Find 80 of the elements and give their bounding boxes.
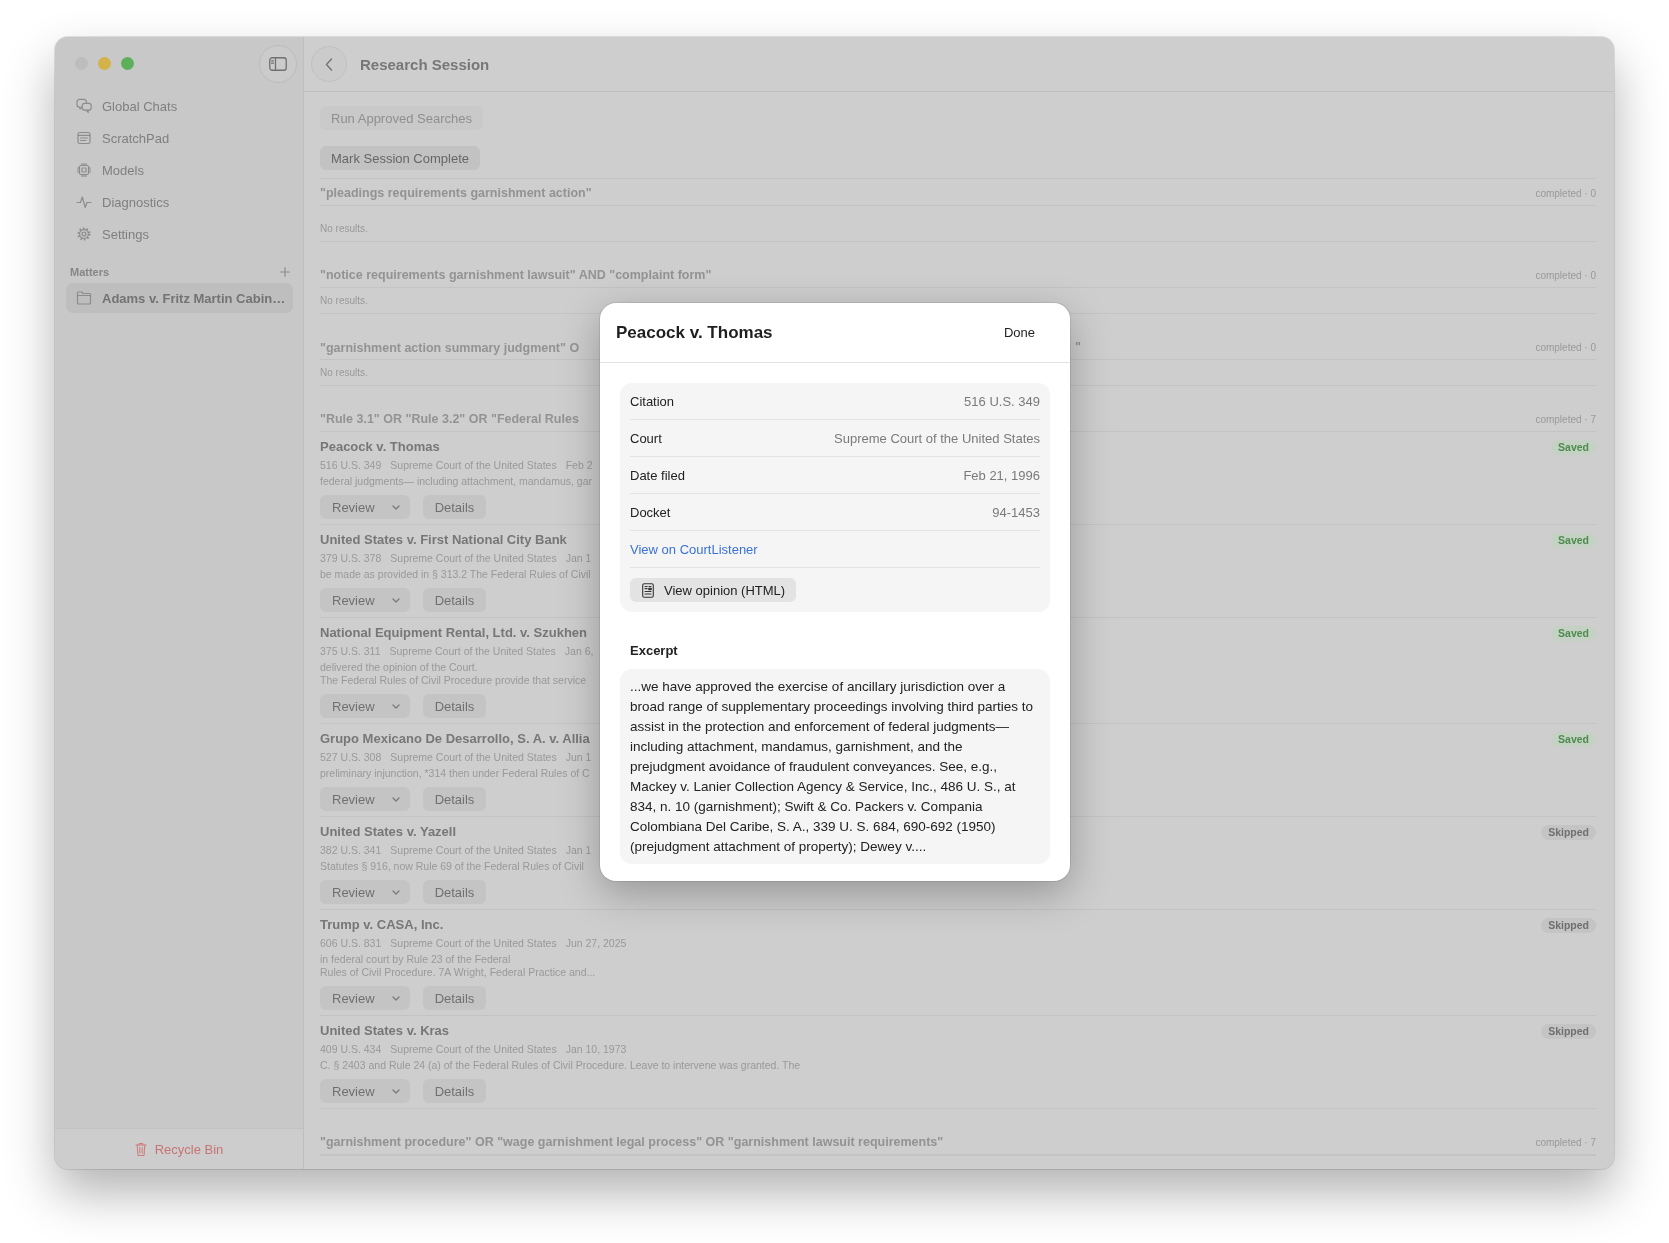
field-label: Court (630, 430, 662, 446)
folder-icon (76, 290, 92, 306)
sidebar-toggle-button[interactable] (259, 44, 297, 83)
case-title: United States v. Yazell (320, 824, 457, 840)
query-text: "garnishment procedure" OR "wage garnishment legal process" OR "garnishment lawsuit requirements" (320, 1135, 944, 1149)
field-value: Feb 21, 1996 (963, 467, 1040, 483)
caret-icon (391, 889, 400, 895)
chevron-left-icon (325, 57, 333, 71)
details-button[interactable]: Details (422, 694, 487, 718)
status-badge: Saved (1551, 440, 1596, 455)
section-title: Matters (70, 266, 110, 278)
query-text: "pleadings requirements garnishment action" (320, 186, 592, 200)
caret-icon (391, 995, 400, 1001)
case-title: Trump v. CASA, Inc. (320, 917, 444, 933)
review-menu-button[interactable]: Review (320, 588, 410, 612)
review-menu-button[interactable]: Review (320, 694, 410, 718)
done-button[interactable]: Done (993, 319, 1045, 346)
details-button[interactable]: Details (422, 880, 487, 904)
case-title: National Equipment Rental, Ltd. v. Szukhen (320, 625, 587, 641)
action-button[interactable]: Mark Session Complete (320, 146, 480, 170)
sidebar-icon (269, 56, 287, 71)
review-menu-button[interactable]: Review (320, 787, 410, 811)
case-title: Peacock v. Thomas (320, 439, 440, 455)
document-icon (642, 582, 654, 598)
page-title: Research Session (360, 55, 490, 73)
caret-icon (391, 703, 400, 709)
plus-icon[interactable] (280, 267, 290, 277)
field-value: 516 U.S. 349 (964, 393, 1040, 409)
query-text: "notice requirements garnishment lawsuit" AND "complaint form" (320, 268, 712, 282)
sidebar-item[interactable]: Adams v. Fritz Martin Cabin… (66, 283, 293, 313)
details-button[interactable]: Details (422, 986, 487, 1010)
view-opinion-button[interactable]: View opinion (HTML) (630, 578, 797, 602)
case-title: Grupo Mexicano De Desarrollo, S. A. v. Allia (320, 731, 590, 747)
review-menu-button[interactable]: Review (320, 495, 410, 519)
review-menu-button[interactable]: Review (320, 880, 410, 904)
pulse-icon (76, 194, 92, 210)
field-label: Date filed (630, 467, 685, 483)
field-value: 94-1453 (992, 504, 1040, 520)
status-badge: Skipped (1541, 825, 1596, 840)
status-badge: Saved (1551, 626, 1596, 641)
chip-icon (76, 162, 92, 178)
sidebar-item[interactable]: ScratchPad (66, 122, 293, 154)
details-button[interactable]: Details (422, 495, 487, 519)
details-button[interactable]: Details (422, 588, 487, 612)
trash-icon (134, 1142, 147, 1156)
window-minimize-button[interactable] (98, 57, 111, 70)
recycle-bin-button[interactable]: Recycle Bin (134, 1141, 224, 1157)
excerpt-text: ...we have approved the exercise of ancillary jurisdiction over a broad range of supplementary proceedings involving third parties to assist in the protection and enforcement of federal judgments— including attachment, mandamus, garnishment, and the prejudgment avoidance of fraudulent conveyances. See, e.g., Mackey v. Lanier Collection Agency & Service, Inc., 486 U. S., at 834, n. 10 (garnishment); Swift & Co. Packers v. Compania Colombiana Del Caribe, S. A., 339 U. S. 684, 690-692 (1950) (prejudgment attachment of property); Dewey v.... (620, 669, 1050, 864)
caret-icon (391, 1088, 400, 1094)
sidebar-item[interactable]: Diagnostics (66, 186, 293, 218)
caret-icon (391, 504, 400, 510)
back-button[interactable] (311, 46, 347, 82)
sidebar-item[interactable]: Settings (66, 218, 293, 250)
details-button[interactable]: Details (422, 1079, 487, 1103)
dialog-title: Peacock v. Thomas (616, 322, 773, 343)
status-badge: Skipped (1541, 1024, 1596, 1039)
query-text: "garnishment action summary judgment" O (320, 341, 580, 355)
section-title: Excerpt (629, 643, 679, 659)
caret-icon (391, 796, 400, 802)
field-value: Supreme Court of the United States (834, 430, 1040, 446)
note-icon (76, 130, 92, 146)
sidebar-item[interactable]: Models (66, 154, 293, 186)
review-menu-button[interactable]: Review (320, 986, 410, 1010)
sidebar-item[interactable]: Global Chats (66, 90, 293, 122)
chat-bubbles-icon (76, 98, 92, 114)
status-badge: Skipped (1541, 918, 1596, 933)
query-text: " (1075, 340, 1081, 354)
field-label: Docket (630, 504, 671, 520)
status-badge: Saved (1551, 533, 1596, 548)
query-text: "Rule 3.1" OR "Rule 3.2" OR "Federal Rules (320, 412, 579, 426)
case-title: United States v. First National City Bank (320, 532, 567, 548)
external-link[interactable]: View on CourtListener (630, 541, 758, 557)
review-menu-button[interactable]: Review (320, 1079, 410, 1103)
details-button[interactable]: Details (422, 787, 487, 811)
caret-icon (391, 597, 400, 603)
settings-icon (76, 226, 92, 242)
status-badge: Saved (1551, 732, 1596, 747)
field-label: Citation (630, 393, 675, 409)
window-zoom-button[interactable] (121, 57, 134, 70)
case-title: United States v. Kras (320, 1023, 450, 1039)
